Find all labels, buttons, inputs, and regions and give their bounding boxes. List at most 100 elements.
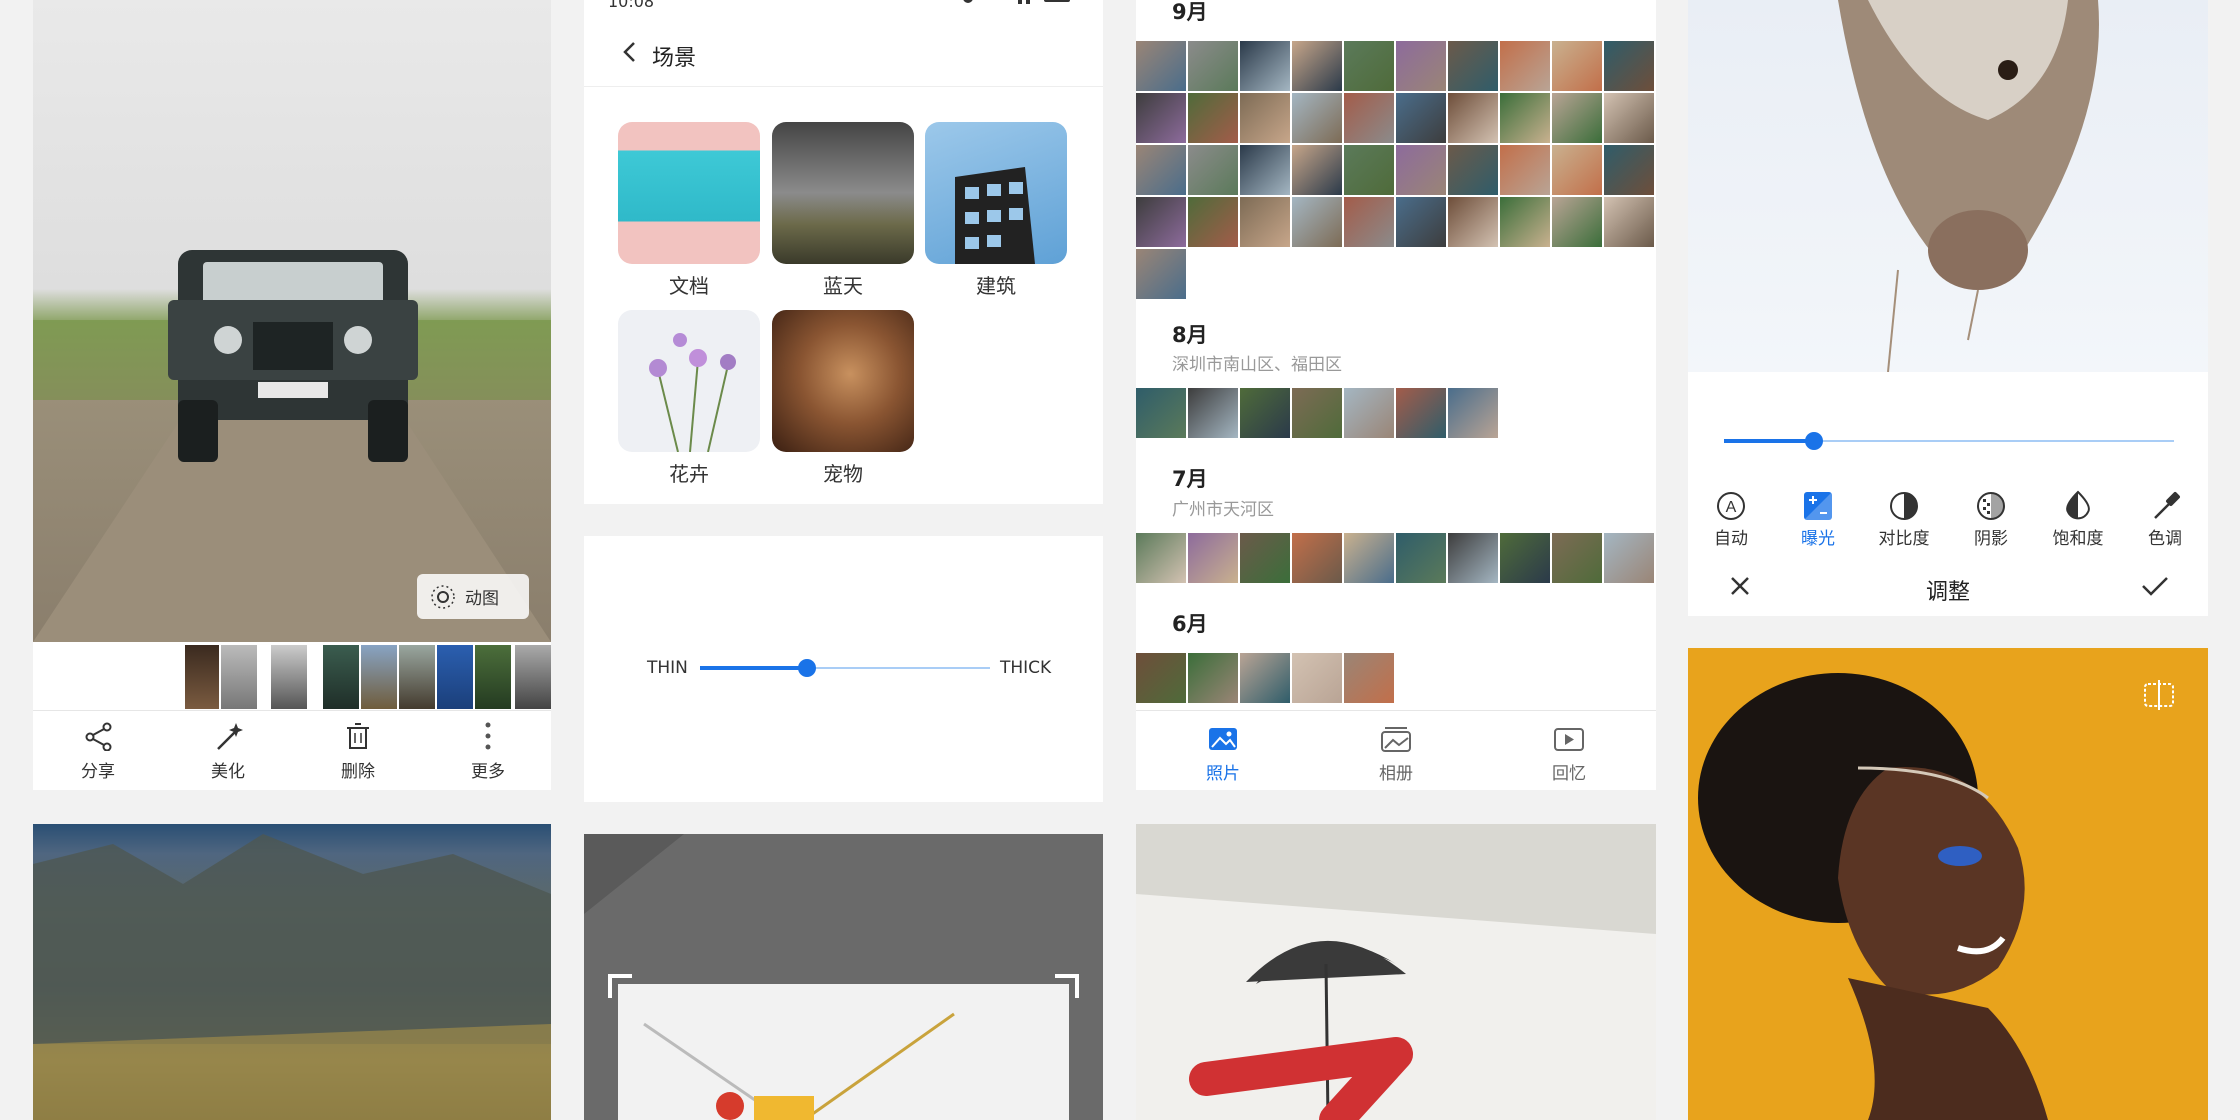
filmstrip-thumb[interactable] [515, 645, 551, 709]
album-thumbnail[interactable] [1292, 41, 1342, 91]
compare-button[interactable] [2142, 678, 2176, 712]
filmstrip-thumb[interactable] [361, 645, 397, 709]
album-thumbnail[interactable] [1448, 145, 1498, 195]
album-thumbnail[interactable] [1344, 145, 1394, 195]
album-thumbnail[interactable] [1604, 145, 1654, 195]
album-thumbnail[interactable] [1188, 388, 1238, 438]
filmstrip-thumb[interactable] [475, 645, 511, 709]
scene-flowers[interactable] [618, 310, 760, 452]
jeep-photo[interactable]: 动图 [33, 0, 551, 642]
adjust-slider[interactable] [1724, 431, 2174, 451]
tab-photos[interactable]: 照片 [1163, 725, 1283, 784]
album-thumbnail[interactable] [1240, 653, 1290, 703]
album-thumbnail[interactable] [1500, 93, 1550, 143]
tool-saturation[interactable]: 饱和度 [2038, 490, 2118, 549]
album-thumbnail[interactable] [1500, 145, 1550, 195]
album-thumbnail[interactable] [1240, 41, 1290, 91]
album-thumbnail[interactable] [1344, 41, 1394, 91]
album-thumbnail[interactable] [1552, 41, 1602, 91]
filmstrip-thumb[interactable] [271, 645, 307, 709]
adjust-slider-thumb[interactable] [1805, 432, 1823, 450]
album-thumbnail[interactable] [1188, 197, 1238, 247]
album-thumbnail[interactable] [1448, 388, 1498, 438]
album-thumbnail[interactable] [1500, 197, 1550, 247]
filmstrip-thumb[interactable] [185, 645, 219, 709]
album-thumbnail[interactable] [1136, 653, 1186, 703]
tool-exposure[interactable]: 曝光 [1778, 490, 1858, 549]
album-thumbnail[interactable] [1552, 197, 1602, 247]
album-thumbnail[interactable] [1604, 533, 1654, 583]
album-thumbnail[interactable] [1292, 388, 1342, 438]
album-thumbnail[interactable] [1396, 388, 1446, 438]
album-thumbnail[interactable] [1604, 41, 1654, 91]
album-thumbnail[interactable] [1188, 145, 1238, 195]
tab-albums[interactable]: 相册 [1336, 725, 1456, 784]
album-thumbnail[interactable] [1240, 145, 1290, 195]
album-thumbnail[interactable] [1396, 41, 1446, 91]
scene-architecture[interactable] [925, 122, 1067, 264]
album-thumbnail[interactable] [1240, 533, 1290, 583]
album-thumbnail[interactable] [1136, 93, 1186, 143]
reindeer-photo[interactable] [1688, 0, 2208, 372]
filmstrip-thumb[interactable] [221, 645, 257, 709]
scene-document[interactable] [618, 122, 760, 264]
tool-shadow[interactable]: 阴影 [1951, 490, 2031, 549]
album-thumbnail[interactable] [1396, 533, 1446, 583]
confirm-button[interactable] [2140, 572, 2170, 600]
album-thumbnail[interactable] [1188, 93, 1238, 143]
filmstrip-thumb[interactable] [323, 645, 359, 709]
album-thumbnail[interactable] [1136, 197, 1186, 247]
album-thumbnail[interactable] [1448, 197, 1498, 247]
album-thumbnail[interactable] [1240, 197, 1290, 247]
album-thumbnail[interactable] [1344, 197, 1394, 247]
album-thumbnail[interactable] [1136, 145, 1186, 195]
album-thumbnail[interactable] [1292, 653, 1342, 703]
album-thumbnail[interactable] [1344, 93, 1394, 143]
album-thumbnail[interactable] [1136, 41, 1186, 91]
album-thumbnail[interactable] [1292, 197, 1342, 247]
album-thumbnail[interactable] [1240, 93, 1290, 143]
tab-memories[interactable]: 回忆 [1509, 725, 1629, 784]
thickness-slider[interactable] [700, 658, 990, 678]
filmstrip-thumb[interactable] [399, 645, 435, 709]
back-button[interactable] [616, 38, 646, 68]
album-thumbnail[interactable] [1188, 41, 1238, 91]
album-thumbnail[interactable] [1344, 388, 1394, 438]
album-thumbnail[interactable] [1396, 93, 1446, 143]
album-thumbnail[interactable] [1552, 93, 1602, 143]
mountain-photo[interactable] [33, 824, 551, 1120]
album-thumbnail[interactable] [1292, 145, 1342, 195]
album-thumbnail[interactable] [1396, 145, 1446, 195]
album-thumbnail[interactable] [1344, 533, 1394, 583]
tool-contrast[interactable]: 对比度 [1864, 490, 1944, 549]
umbrella-photo[interactable] [1136, 824, 1656, 1120]
album-thumbnail[interactable] [1188, 533, 1238, 583]
tool-auto[interactable]: A 自动 [1691, 490, 1771, 549]
beautify-button[interactable]: 美化 [188, 721, 268, 783]
album-thumbnail[interactable] [1136, 388, 1186, 438]
album-thumbnail[interactable] [1552, 145, 1602, 195]
album-thumbnail[interactable] [1552, 533, 1602, 583]
album-thumbnail[interactable] [1292, 93, 1342, 143]
scene-blue-sky[interactable] [772, 122, 914, 264]
share-button[interactable]: 分享 [58, 721, 138, 783]
delete-button[interactable]: 删除 [318, 721, 398, 783]
album-thumbnail[interactable] [1448, 93, 1498, 143]
motion-photo-badge[interactable]: 动图 [417, 574, 529, 619]
album-thumbnail[interactable] [1396, 197, 1446, 247]
album-thumbnail[interactable] [1500, 533, 1550, 583]
album-thumbnail[interactable] [1448, 41, 1498, 91]
filmstrip-thumb[interactable] [437, 645, 473, 709]
album-thumbnail[interactable] [1448, 533, 1498, 583]
album-thumbnail[interactable] [1344, 653, 1394, 703]
scene-pets[interactable] [772, 310, 914, 452]
thickness-slider-thumb[interactable] [798, 659, 817, 677]
album-thumbnail[interactable] [1500, 41, 1550, 91]
album-thumbnail[interactable] [1240, 388, 1290, 438]
album-thumbnail[interactable] [1604, 197, 1654, 247]
more-button[interactable]: 更多 [448, 721, 528, 783]
album-thumbnail[interactable] [1136, 249, 1186, 299]
tool-tint[interactable]: 色调 [2125, 490, 2205, 549]
album-thumbnail[interactable] [1292, 533, 1342, 583]
album-thumbnail[interactable] [1136, 533, 1186, 583]
